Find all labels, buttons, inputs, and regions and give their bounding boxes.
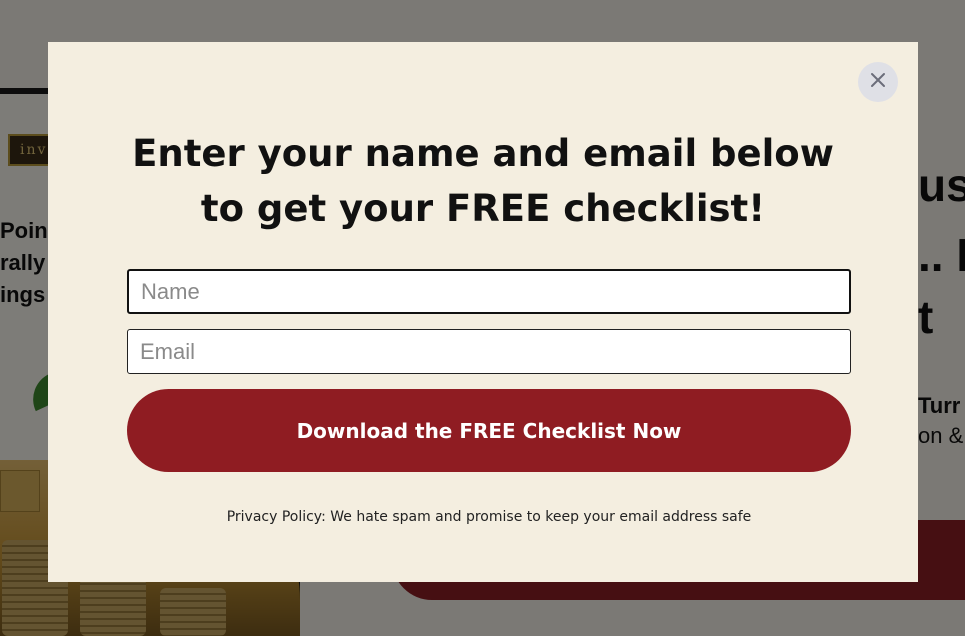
heading-line-1: Enter your name and email below [132, 132, 834, 175]
heading-line-2: to get your FREE checklist! [200, 187, 766, 230]
modal-heading: Enter your name and email below to get y… [48, 126, 918, 236]
download-checklist-button[interactable]: Download the FREE Checklist Now [127, 389, 851, 472]
optin-modal: Enter your name and email below to get y… [48, 42, 918, 582]
close-button[interactable] [858, 62, 898, 102]
email-input[interactable] [127, 329, 851, 374]
name-input[interactable] [127, 269, 851, 314]
privacy-policy-text: Privacy Policy: We hate spam and promise… [226, 509, 752, 525]
close-icon [870, 72, 886, 92]
